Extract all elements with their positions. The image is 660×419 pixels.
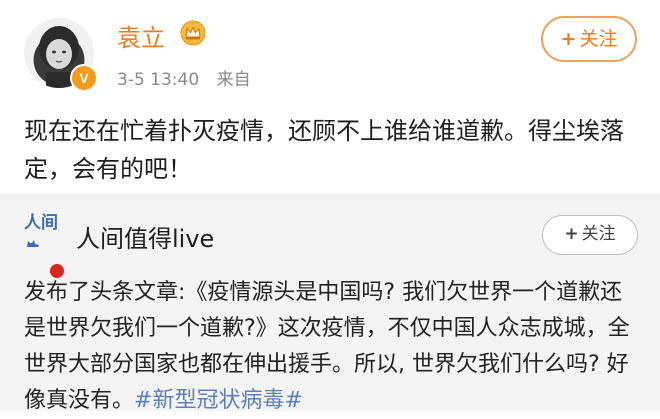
crown-icon bbox=[180, 20, 206, 46]
repost-text: 发布了头条文章:《疫情源头是中国吗? 我们欠世界一个道歉还是世界欠我们一个道歉?… bbox=[24, 275, 644, 419]
plus-icon: + bbox=[564, 224, 579, 244]
follow-button-secondary[interactable]: + 关注 bbox=[542, 215, 638, 255]
verified-badge: V bbox=[70, 64, 98, 92]
hashtag-link[interactable]: #新型冠状病毒# bbox=[134, 388, 303, 413]
repost-card[interactable]: 人间 人间值得live + 关注 发布了头条文章:《疫情源头是中国吗? 我们欠世界… bbox=[0, 193, 660, 413]
repost-body: 发布了头条文章:《疫情源头是中国吗? 我们欠世界一个道歉还是世界欠我们一个道歉?… bbox=[24, 280, 630, 413]
source-logo-text: 人间 bbox=[24, 213, 58, 233]
post-text: 现在还在忙着扑灭疫情，还顾不上谁给谁道歉。得尘埃落定，会有的吧！ bbox=[24, 117, 624, 183]
source-logo: 人间 bbox=[24, 213, 64, 278]
post-header: V 袁立 3-5 13:40 来自 + 关注 bbox=[0, 0, 660, 98]
cat-icon bbox=[27, 240, 39, 247]
follow-label: 关注 bbox=[581, 224, 616, 244]
follow-label: 关注 bbox=[579, 28, 618, 50]
post-source: 来自 bbox=[216, 70, 251, 90]
post-meta: 3-5 13:40 来自 bbox=[117, 65, 251, 90]
post-date: 3-5 13:40 bbox=[117, 70, 200, 90]
follow-button[interactable]: + 关注 bbox=[541, 16, 637, 62]
author-name[interactable]: 袁立 bbox=[117, 18, 165, 53]
plus-icon: + bbox=[560, 28, 577, 50]
source-name[interactable]: 人间值得live bbox=[76, 219, 214, 254]
